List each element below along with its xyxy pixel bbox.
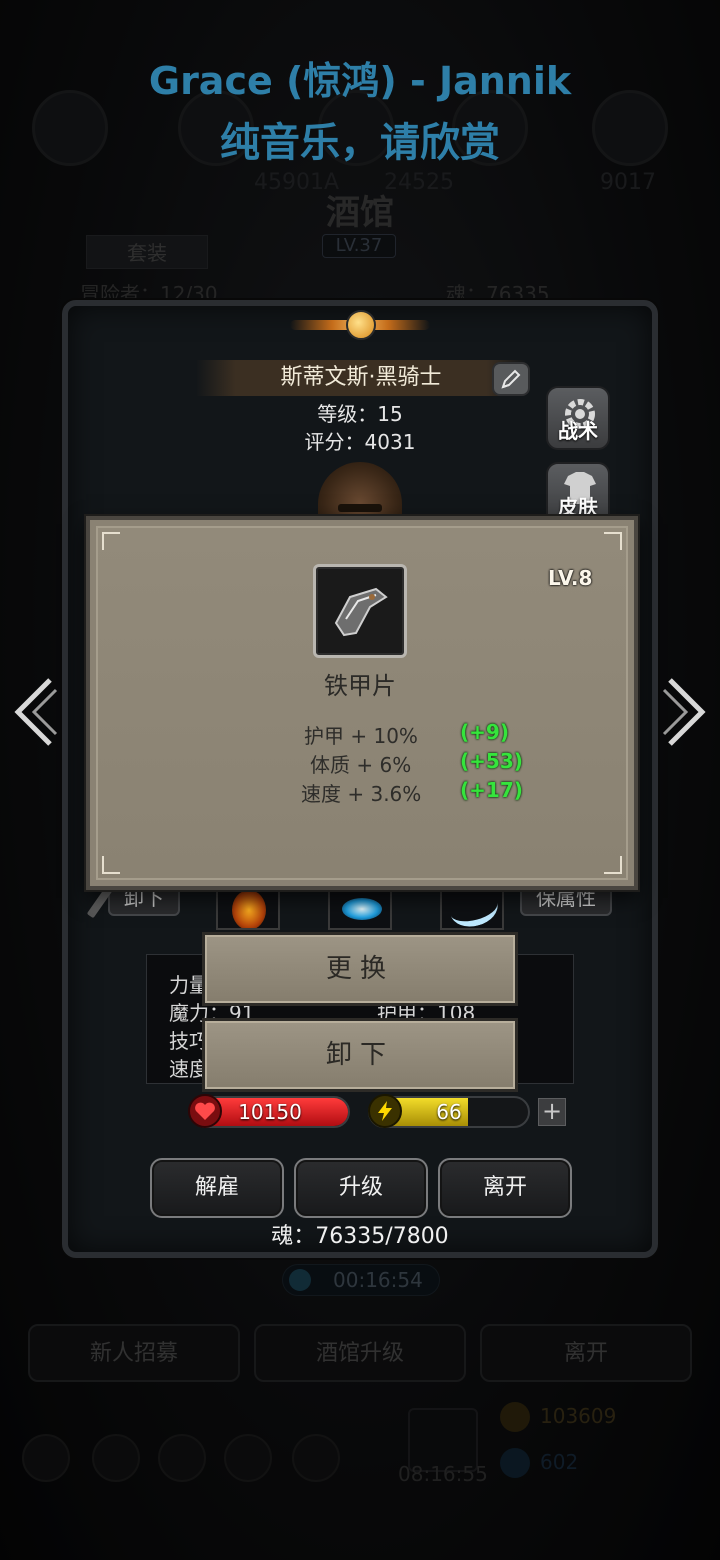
music-subtitle: 纯音乐，请欣赏 [220, 120, 500, 166]
attr-speed: 速度 + 3.6% [301, 782, 422, 806]
skill-slot-eye[interactable] [328, 884, 392, 930]
edit-name-button[interactable] [492, 362, 530, 396]
replace-button[interactable]: 更换 [202, 932, 518, 1006]
upgrade-button[interactable]: 升级 [294, 1158, 428, 1218]
music-title: Grace (惊鸿) - Jannik [148, 59, 572, 103]
bonus-armor: (+9) [460, 720, 509, 744]
blue-eye-icon [342, 898, 382, 920]
fire-eye-icon [232, 890, 266, 928]
lightning-icon [368, 1094, 402, 1128]
bonus-constitution: (+53) [460, 749, 523, 773]
soul-footer: 魂：76335/7800 [271, 1224, 449, 1249]
tactics-label: 战术 [558, 419, 598, 443]
hero-name: 斯蒂文斯·黑骑士 [196, 360, 526, 396]
pencil-icon [501, 369, 521, 389]
unequip-button[interactable]: 卸下 [202, 1018, 518, 1092]
dismiss-button[interactable]: 解雇 [150, 1158, 284, 1218]
hero-score: 评分：4031 [304, 430, 416, 454]
skill-slot-fire[interactable] [216, 884, 280, 930]
item-icon-frame [313, 564, 407, 658]
panel-crest-icon [290, 296, 430, 354]
iron-plate-icon [334, 587, 388, 637]
heart-icon [188, 1094, 222, 1128]
attr-armor: 护甲 + 10% [304, 724, 418, 748]
add-energy-button[interactable]: + [538, 1098, 566, 1126]
item-level: LV.8 [548, 566, 593, 590]
item-name: 铁甲片 [324, 672, 396, 700]
leave-button[interactable]: 离开 [438, 1158, 572, 1218]
attr-constitution: 体质 + 6% [310, 753, 412, 777]
skill-slot-slash[interactable] [440, 884, 504, 930]
bonus-speed: (+17) [460, 778, 523, 802]
slash-icon [446, 886, 502, 928]
hero-level: 等级：15 [317, 402, 403, 426]
tactics-button[interactable]: 战术 [546, 386, 610, 450]
